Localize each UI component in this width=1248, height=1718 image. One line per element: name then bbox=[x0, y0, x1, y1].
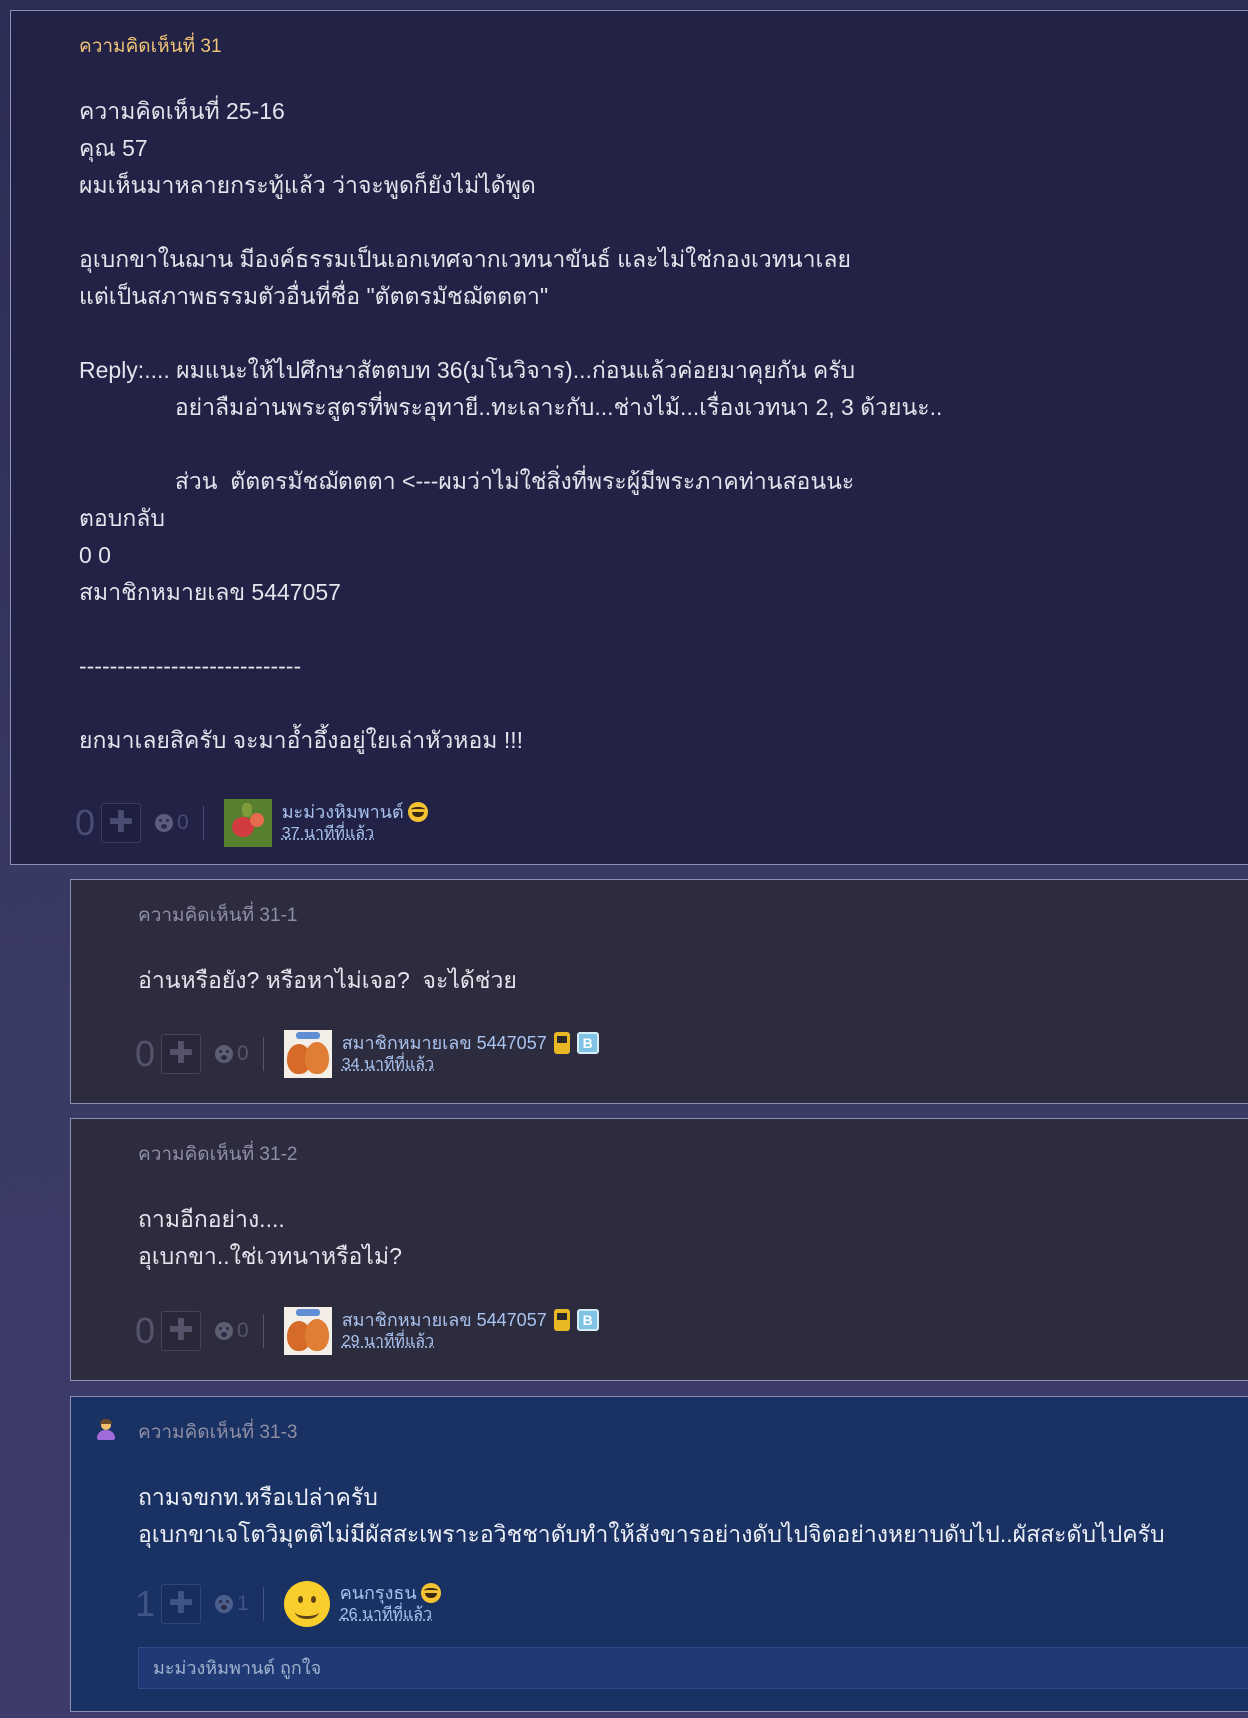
divider bbox=[262, 1037, 264, 1071]
author-name[interactable]: มะม่วงหิมพานต์ bbox=[282, 801, 404, 823]
comment-31-2: ความคิดเห็นที่ 31-2 ถามอีกอย่าง.... อุเบ… bbox=[70, 1118, 1248, 1381]
vote-count: 0 bbox=[134, 1310, 156, 1351]
emotion-icon[interactable] bbox=[155, 814, 173, 832]
emotion-count: 0 bbox=[177, 811, 189, 834]
comment-number[interactable]: ความคิดเห็นที่ 31-2 bbox=[138, 1139, 297, 1169]
plus-icon: ✚ bbox=[168, 1037, 194, 1070]
plus-icon: ✚ bbox=[168, 1587, 194, 1620]
user-icon bbox=[95, 1419, 117, 1441]
emotion-count: 0 bbox=[237, 1042, 249, 1065]
divider bbox=[202, 806, 204, 840]
vote-plus-button[interactable]: ✚ bbox=[161, 1584, 201, 1624]
vote-count: 0 bbox=[134, 1033, 156, 1074]
author-name[interactable]: สมาชิกหมายเลข 5447057 bbox=[342, 1032, 547, 1054]
emotion-icon[interactable] bbox=[215, 1322, 233, 1340]
emotion-icon[interactable] bbox=[215, 1045, 233, 1063]
author-name[interactable]: คนกรุงธน bbox=[340, 1582, 417, 1604]
vote-count: 1 bbox=[134, 1583, 156, 1624]
vote-plus-button[interactable]: ✚ bbox=[161, 1034, 201, 1074]
plus-icon: ✚ bbox=[108, 806, 134, 839]
author-meta: มะม่วงหิมพานต์ 37 นาทีที่แล้ว bbox=[282, 801, 428, 845]
avatar[interactable] bbox=[283, 1030, 332, 1078]
comment-body: ความคิดเห็นที่ 25-16 คุณ 57 ผมเห็นมาหลาย… bbox=[79, 98, 943, 753]
avatar[interactable] bbox=[283, 1307, 332, 1355]
avatar[interactable] bbox=[283, 1581, 330, 1627]
divider bbox=[262, 1314, 264, 1348]
blog-b-icon[interactable]: B bbox=[576, 1309, 599, 1331]
phone-icon bbox=[553, 1309, 570, 1331]
vote-plus-button[interactable]: ✚ bbox=[101, 803, 141, 843]
comment-body: อ่านหรือยัง? หรือหาไม่เจอ? จะได้ช่วย bbox=[138, 967, 517, 993]
emotion-count: 1 bbox=[237, 1592, 249, 1615]
vote-count: 0 bbox=[74, 802, 96, 843]
author-meta: สมาชิกหมายเลข 5447057 B 34 นาทีที่แล้ว bbox=[342, 1032, 599, 1076]
comment-number[interactable]: ความคิดเห็นที่ 31-3 bbox=[138, 1417, 297, 1447]
author-name[interactable]: สมาชิกหมายเลข 5447057 bbox=[342, 1309, 547, 1331]
blog-b-icon[interactable]: B bbox=[576, 1032, 599, 1054]
comment-actions: 0 ✚ 0 มะม่วงหิมพานต์ 37 นาทีที่แล้ว bbox=[71, 798, 428, 848]
avatar[interactable] bbox=[223, 799, 272, 847]
laughing-face-icon bbox=[407, 802, 428, 822]
emotion-count: 0 bbox=[237, 1319, 249, 1342]
comment-body: ถามอีกอย่าง.... อุเบกขา..ใช่เวทนาหรือไม่… bbox=[138, 1206, 402, 1269]
comment-actions: 1 ✚ 1 คนกรุงธน 26 นาทีที่แล้ว bbox=[131, 1579, 441, 1629]
author-meta: คนกรุงธน 26 นาทีที่แล้ว bbox=[340, 1582, 441, 1626]
timestamp[interactable]: 26 นาทีที่แล้ว bbox=[340, 1604, 441, 1626]
comment-number[interactable]: ความคิดเห็นที่ 31-1 bbox=[138, 900, 297, 930]
comment-number[interactable]: ความคิดเห็นที่ 31 bbox=[79, 31, 222, 61]
timestamp[interactable]: 37 นาทีที่แล้ว bbox=[282, 823, 428, 845]
laughing-face-icon bbox=[420, 1583, 441, 1603]
timestamp[interactable]: 34 นาทีที่แล้ว bbox=[342, 1054, 599, 1076]
timestamp[interactable]: 29 นาทีที่แล้ว bbox=[342, 1331, 599, 1353]
liked-by-bar[interactable]: มะม่วงหิมพานต์ ถูกใจ bbox=[138, 1647, 1248, 1689]
author-meta: สมาชิกหมายเลข 5447057 B 29 นาทีที่แล้ว bbox=[342, 1309, 599, 1353]
emotion-icon[interactable] bbox=[215, 1595, 233, 1613]
comment-actions: 0 ✚ 0 สมาชิกหมายเลข 5447057 B 34 นาทีที่… bbox=[131, 1029, 599, 1079]
comment-31-3: ความคิดเห็นที่ 31-3 ถามจขกท.หรือเปล่าครั… bbox=[70, 1396, 1248, 1712]
vote-plus-button[interactable]: ✚ bbox=[161, 1311, 201, 1351]
plus-icon: ✚ bbox=[168, 1314, 194, 1347]
phone-icon bbox=[553, 1032, 570, 1054]
comment-31: ความคิดเห็นที่ 31 ความคิดเห็นที่ 25-16 ค… bbox=[10, 10, 1248, 865]
comment-31-1: ความคิดเห็นที่ 31-1 อ่านหรือยัง? หรือหาไ… bbox=[70, 879, 1248, 1104]
comment-actions: 0 ✚ 0 สมาชิกหมายเลข 5447057 B 29 นาทีที่… bbox=[131, 1306, 599, 1356]
divider bbox=[262, 1587, 264, 1621]
comment-body: ถามจขกท.หรือเปล่าครับ อุเบกขาเจโตวิมุตติ… bbox=[138, 1484, 1165, 1547]
